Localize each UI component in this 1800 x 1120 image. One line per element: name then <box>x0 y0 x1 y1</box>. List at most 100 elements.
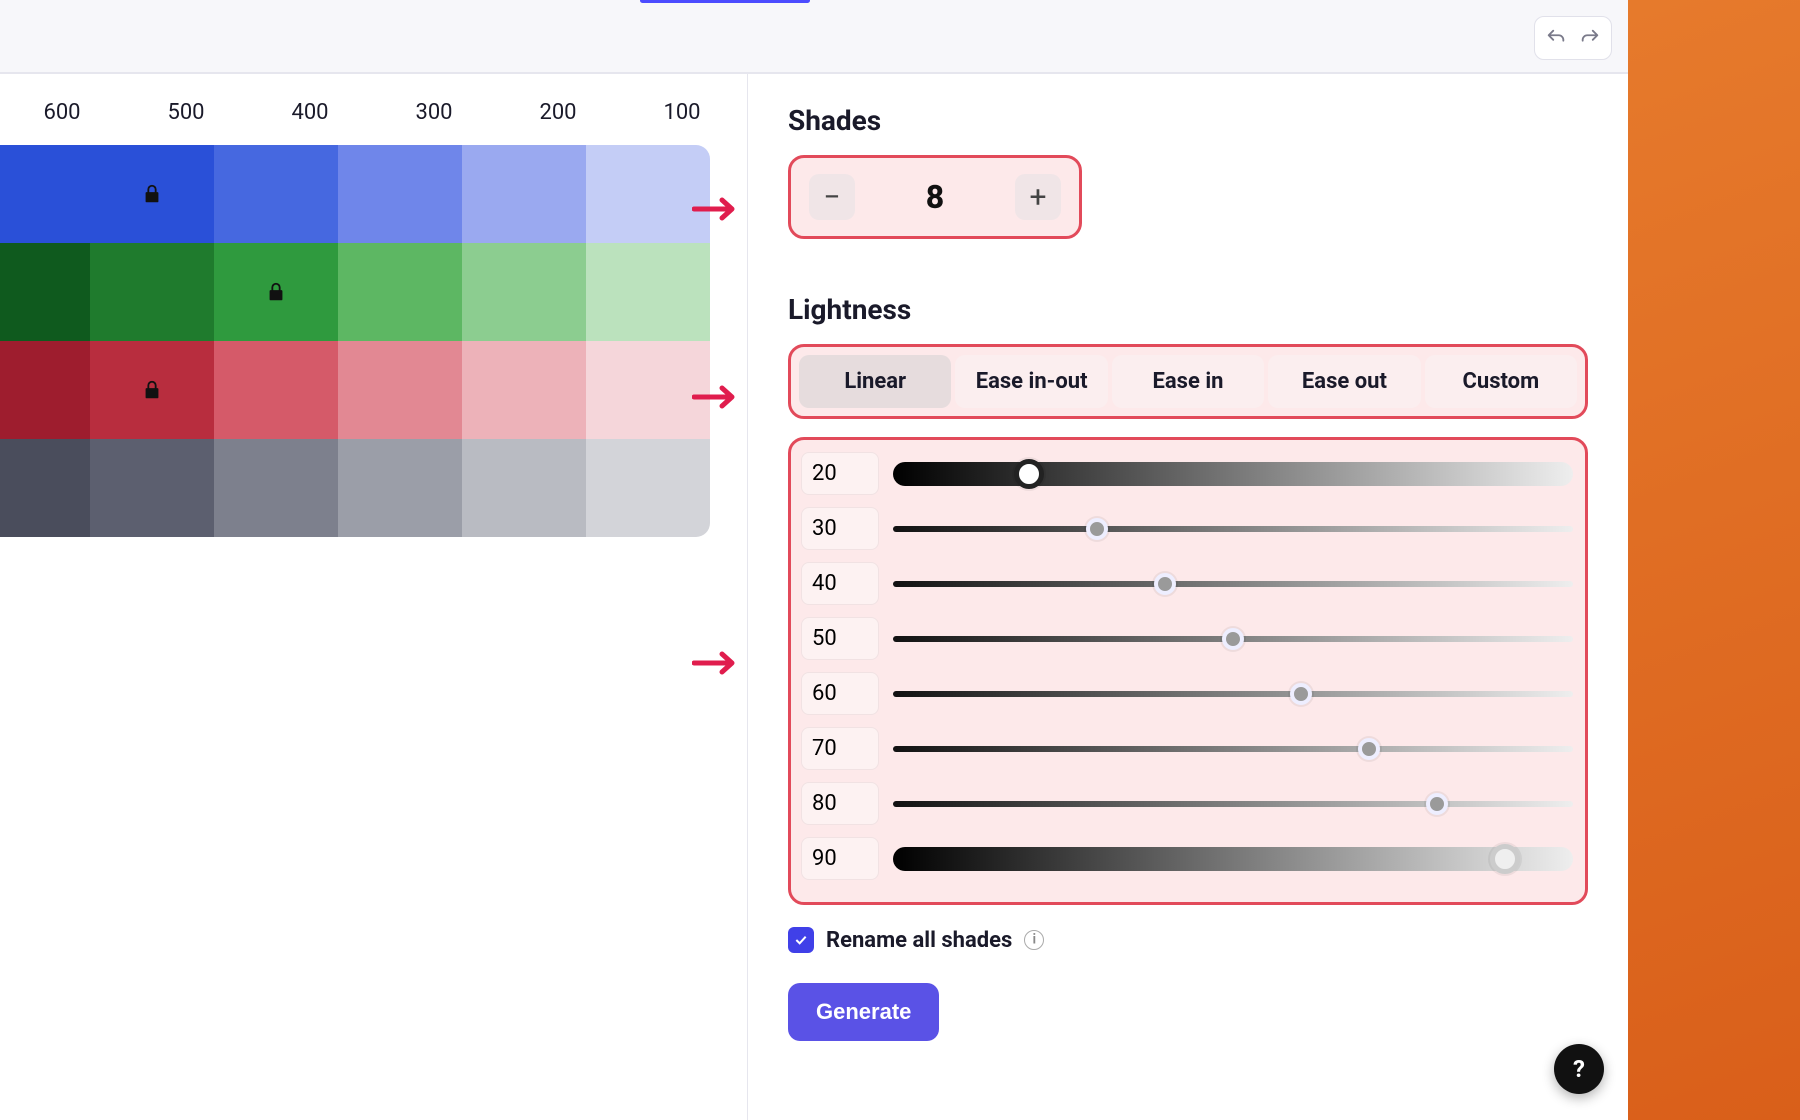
redo-button[interactable] <box>1573 21 1607 55</box>
annotation-arrow-icon <box>692 648 738 678</box>
minus-icon: − <box>823 180 840 215</box>
active-tab-indicator <box>640 0 810 3</box>
palette-cell[interactable] <box>0 439 90 537</box>
shades-increment-button[interactable]: + <box>1015 174 1061 220</box>
curve-tab-ease-in-out[interactable]: Ease in-out <box>955 355 1107 408</box>
palette-cell[interactable] <box>214 341 338 439</box>
palette-cell[interactable] <box>462 439 586 537</box>
palette-cell[interactable] <box>0 145 90 243</box>
lock-icon <box>265 281 287 303</box>
lightness-slider[interactable] <box>893 847 1573 871</box>
lightness-slider-row: 40 <box>799 556 1575 611</box>
shade-header: 300 <box>372 100 496 125</box>
lock-icon <box>141 183 163 205</box>
shades-decrement-button[interactable]: − <box>809 174 855 220</box>
shades-stepper: − 8 + <box>788 155 1082 239</box>
lightness-slider[interactable] <box>893 801 1573 807</box>
palette-cell[interactable] <box>586 439 710 537</box>
shade-header: 400 <box>248 100 372 125</box>
plus-icon: + <box>1029 180 1046 215</box>
slider-value-label: 80 <box>801 782 879 825</box>
palette-cell[interactable] <box>90 439 214 537</box>
palette-cell[interactable] <box>90 145 214 243</box>
lock-icon <box>141 379 163 401</box>
lightness-slider[interactable] <box>893 636 1573 642</box>
generate-button[interactable]: Generate <box>788 983 939 1041</box>
slider-value-label: 60 <box>801 672 879 715</box>
lightness-slider[interactable] <box>893 581 1573 587</box>
lightness-slider-row: 50 <box>799 611 1575 666</box>
slider-thumb[interactable] <box>1290 683 1312 705</box>
curve-tab-custom[interactable]: Custom <box>1425 355 1577 408</box>
palette-cell[interactable] <box>214 439 338 537</box>
slider-value-label: 20 <box>801 452 879 495</box>
lightness-slider-row: 80 <box>799 776 1575 831</box>
palette-cell[interactable] <box>0 341 90 439</box>
palette-cell[interactable] <box>0 243 90 341</box>
shades-value: 8 <box>926 178 944 216</box>
annotation-arrow-icon <box>692 194 738 224</box>
rename-shades-label: Rename all shades <box>826 928 1012 953</box>
redo-icon <box>1579 27 1601 49</box>
lightness-slider[interactable] <box>893 526 1573 532</box>
palette-cell[interactable] <box>462 341 586 439</box>
annotation-arrow-icon <box>692 382 738 412</box>
lightness-slider-row: 90 <box>799 831 1575 886</box>
palette-cell[interactable] <box>338 439 462 537</box>
lightness-slider-row: 20 <box>799 446 1575 501</box>
slider-thumb[interactable] <box>1014 459 1044 489</box>
palette-row <box>0 145 710 243</box>
shade-header: 200 <box>496 100 620 125</box>
side-stripe <box>1628 0 1800 1120</box>
lightness-slider-row: 70 <box>799 721 1575 776</box>
curve-tab-linear[interactable]: Linear <box>799 355 951 408</box>
slider-thumb[interactable] <box>1086 518 1108 540</box>
slider-value-label: 40 <box>801 562 879 605</box>
lightness-slider[interactable] <box>893 746 1573 752</box>
rename-shades-checkbox[interactable] <box>788 927 814 953</box>
palette-cell[interactable] <box>214 243 338 341</box>
info-icon[interactable] <box>1024 930 1044 950</box>
lightness-curve-tabs: LinearEase in-outEase inEase outCustom <box>788 344 1588 419</box>
palette-panel: 600500400300200100 <box>0 74 748 1120</box>
palette-cell[interactable] <box>90 341 214 439</box>
settings-panel: Shades − 8 + Lightness LinearEase in-out… <box>748 74 1628 1120</box>
slider-thumb[interactable] <box>1358 738 1380 760</box>
help-button[interactable]: ? <box>1554 1044 1604 1094</box>
slider-value-label: 30 <box>801 507 879 550</box>
slider-thumb[interactable] <box>1222 628 1244 650</box>
palette-cell[interactable] <box>462 145 586 243</box>
palette-cell[interactable] <box>214 145 338 243</box>
lightness-slider[interactable] <box>893 462 1573 486</box>
curve-tab-ease-in[interactable]: Ease in <box>1112 355 1264 408</box>
lightness-title: Lightness <box>788 293 1592 326</box>
palette-row <box>0 439 710 537</box>
shades-title: Shades <box>788 104 1592 137</box>
palette-cell[interactable] <box>338 341 462 439</box>
shade-header: 600 <box>0 100 124 125</box>
check-icon <box>793 932 809 948</box>
palette-cell[interactable] <box>462 243 586 341</box>
slider-value-label: 50 <box>801 617 879 660</box>
slider-thumb[interactable] <box>1154 573 1176 595</box>
shade-header: 100 <box>620 100 744 125</box>
undo-button[interactable] <box>1539 21 1573 55</box>
slider-thumb[interactable] <box>1426 793 1448 815</box>
undo-icon <box>1545 27 1567 49</box>
shade-headers: 600500400300200100 <box>0 100 747 125</box>
palette-cell[interactable] <box>338 243 462 341</box>
slider-value-label: 90 <box>801 837 879 880</box>
lightness-slider-row: 30 <box>799 501 1575 556</box>
shade-header: 500 <box>124 100 248 125</box>
slider-value-label: 70 <box>801 727 879 770</box>
topbar <box>0 0 1628 74</box>
lightness-slider[interactable] <box>893 691 1573 697</box>
palette-cell[interactable] <box>586 243 710 341</box>
palette-row <box>0 341 710 439</box>
undo-redo-group <box>1534 16 1612 60</box>
lightness-sliders: 20 30 40 50 60 70 80 90 <box>788 437 1588 905</box>
palette-cell[interactable] <box>338 145 462 243</box>
curve-tab-ease-out[interactable]: Ease out <box>1268 355 1420 408</box>
slider-thumb[interactable] <box>1490 844 1520 874</box>
palette-cell[interactable] <box>90 243 214 341</box>
